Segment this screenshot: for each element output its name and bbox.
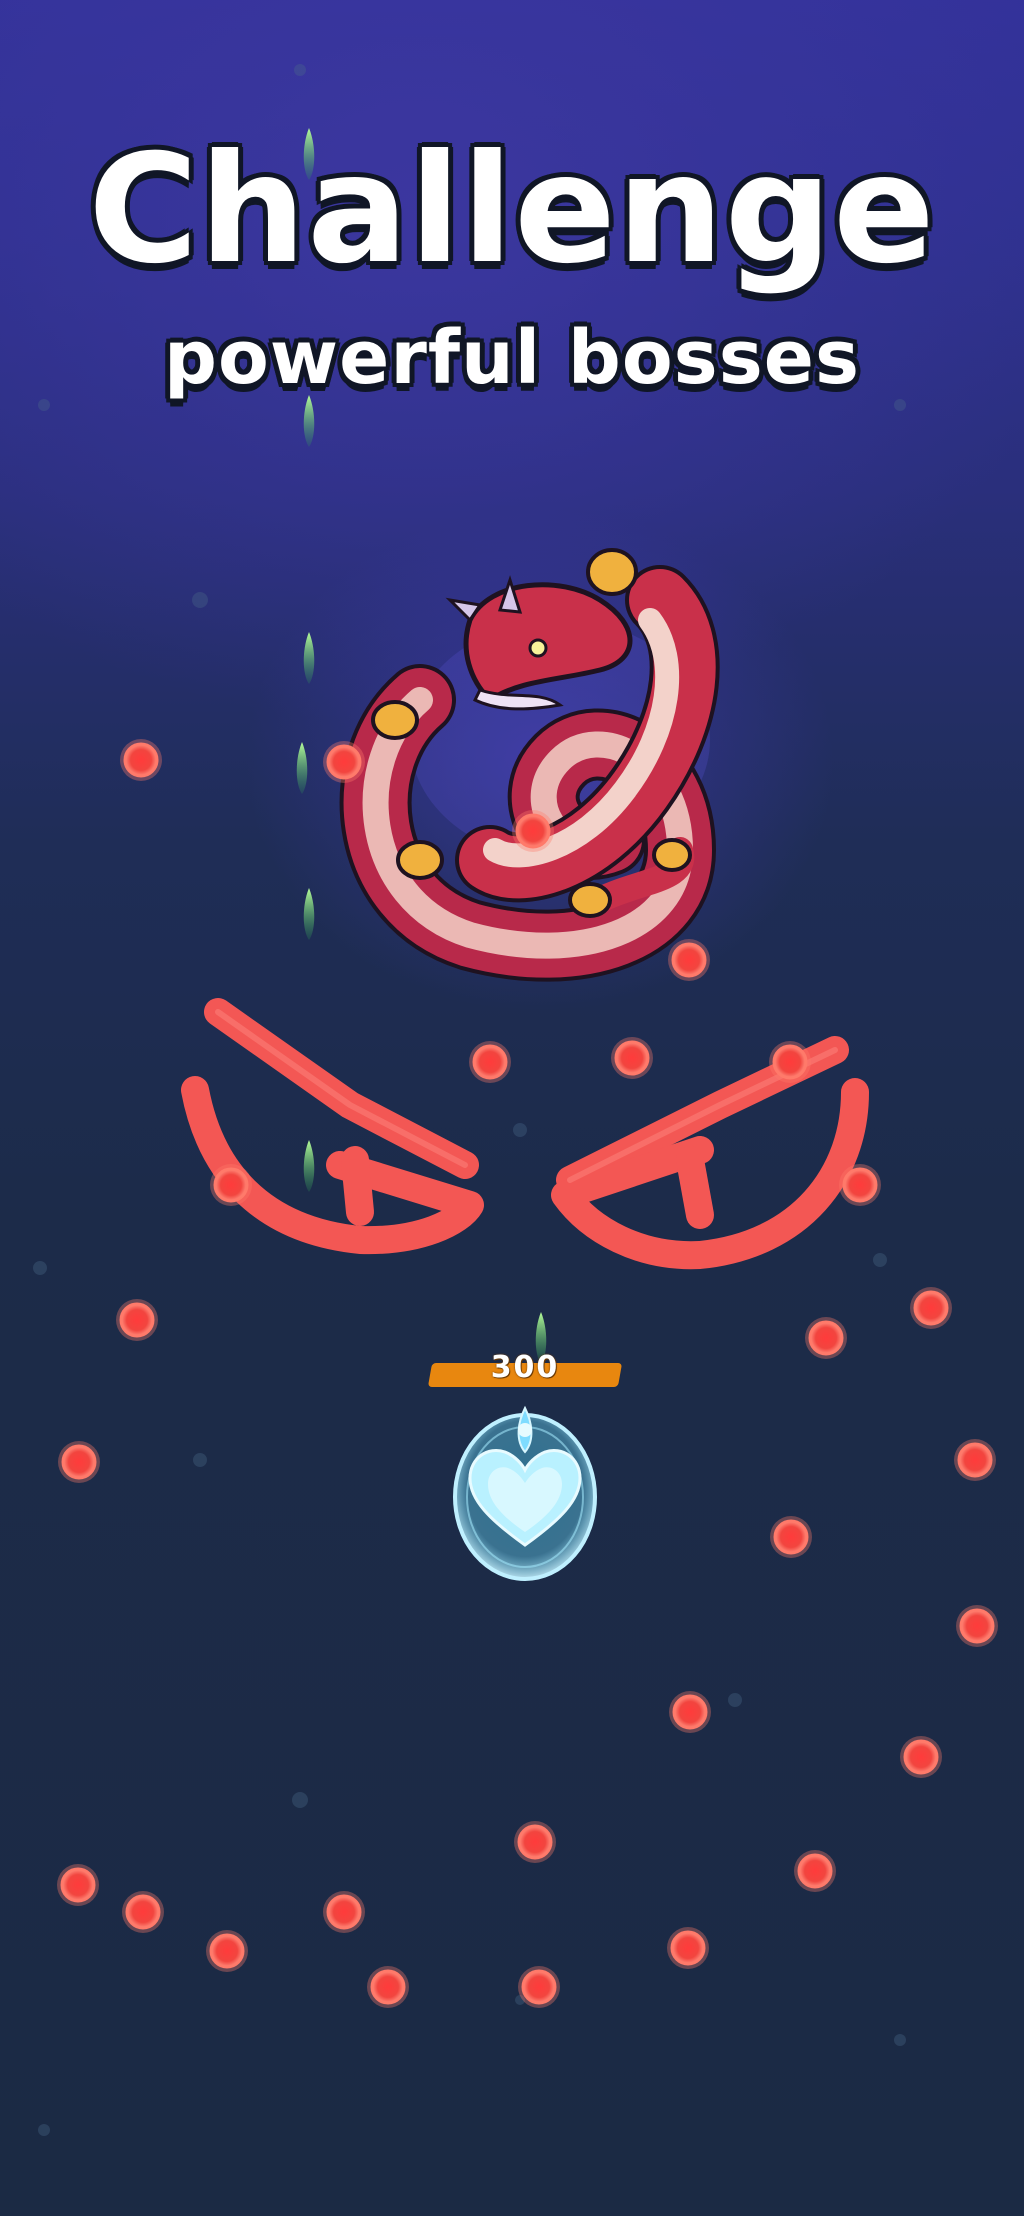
- left-eye-pupil: [341, 1146, 374, 1226]
- enemy-bullet: [670, 1930, 706, 1966]
- player-shot: [303, 395, 315, 447]
- enemy-bullet: [957, 1442, 993, 1478]
- player-shot: [303, 1140, 315, 1192]
- enemy-bullet: [123, 742, 159, 778]
- headline-title: Challenge: [88, 123, 936, 297]
- player-shot: [303, 888, 315, 940]
- enemy-bullet: [913, 1290, 949, 1326]
- serpent-dragon-icon[interactable]: [339, 548, 720, 982]
- enemy-bullet: [370, 1969, 406, 2005]
- player-ship[interactable]: [453, 1405, 597, 1581]
- enemy-bullet: [125, 1894, 161, 1930]
- enemy-bullet: [672, 1694, 708, 1730]
- enemy-bullet: [60, 1867, 96, 1903]
- enemy-bullet: [209, 1933, 245, 1969]
- score-value: 300: [490, 1350, 560, 1385]
- enemy-bullet: [326, 1894, 362, 1930]
- enemy-bullet: [472, 1044, 508, 1080]
- player-shot: [303, 632, 315, 684]
- enemy-bullet: [515, 813, 551, 849]
- enemy-bullet: [772, 1044, 808, 1080]
- player-shot: [296, 742, 308, 794]
- game-screen[interactable]: 300 Challenge powerful bosses: [0, 0, 1024, 2216]
- enemy-bullet: [797, 1853, 833, 1889]
- enemy-bullet: [61, 1444, 97, 1480]
- enemy-bullet: [842, 1167, 878, 1203]
- enemy-bullet: [326, 744, 362, 780]
- enemy-bullet: [614, 1040, 650, 1076]
- enemy-bullet: [808, 1320, 844, 1356]
- enemy-bullet: [521, 1969, 557, 2005]
- enemy-bullet: [773, 1519, 809, 1555]
- right-eye-pupil: [676, 1146, 714, 1229]
- enemy-bullet: [959, 1608, 995, 1644]
- enemy-bullet: [903, 1739, 939, 1775]
- enemy-bullet: [213, 1167, 249, 1203]
- enemy-bullet: [119, 1302, 155, 1338]
- enemy-bullet: [517, 1824, 553, 1860]
- headline-subtitle: powerful bosses: [164, 315, 860, 401]
- enemy-bullet: [671, 942, 707, 978]
